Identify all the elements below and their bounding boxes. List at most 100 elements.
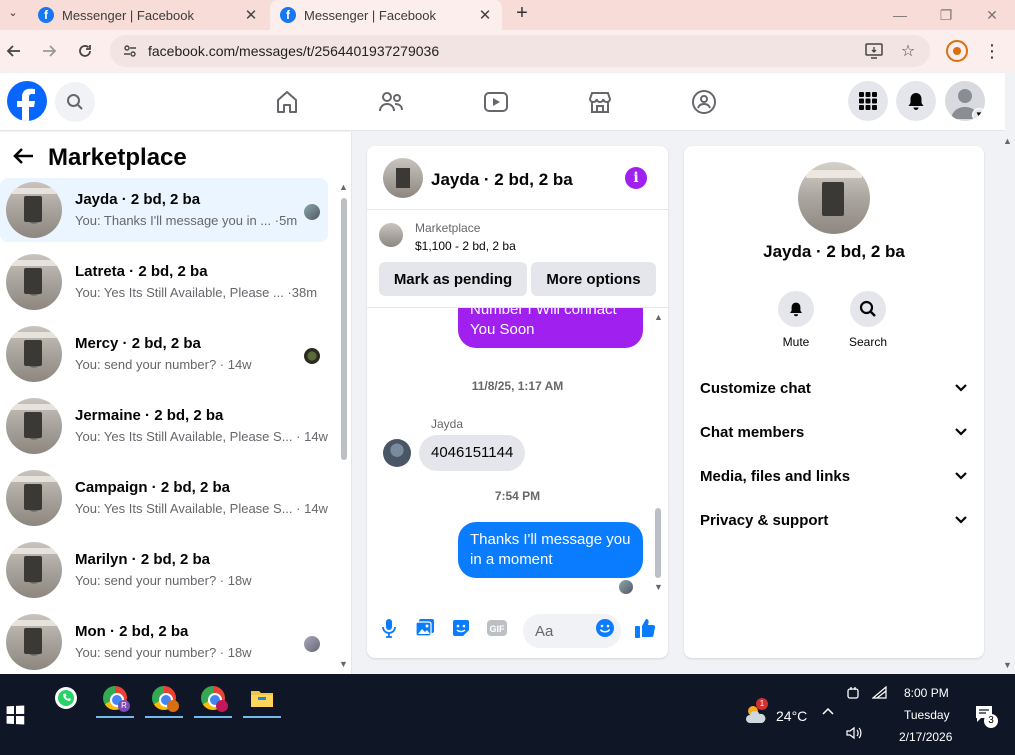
profile-badge-icon [216, 700, 228, 712]
tab-title: Messenger | Facebook [62, 7, 194, 23]
conversation-item-marilyn[interactable]: Marilyn · 2 bd, 2 ba You: send your numb… [0, 538, 328, 602]
reload-icon[interactable] [73, 39, 97, 63]
notifications-bell-icon[interactable] [896, 81, 936, 121]
chrome-taskbar-icon-3[interactable] [194, 682, 232, 718]
clock-date[interactable]: 2/17/2026 [899, 730, 952, 744]
mute-label: Mute [782, 335, 810, 349]
info-icon[interactable]: i [625, 167, 647, 189]
clock-time[interactable]: 8:00 PM [904, 686, 949, 700]
bell-icon[interactable] [778, 291, 814, 327]
profile-avatar[interactable]: ▼ [945, 81, 985, 121]
chrome-taskbar-icon-2[interactable] [145, 682, 183, 718]
mark-as-pending-button[interactable]: Mark as pending [379, 262, 527, 296]
show-hidden-icons-chevron-icon[interactable] [821, 704, 835, 721]
facebook-search-icon[interactable] [55, 82, 95, 122]
more-options-button[interactable]: More options [531, 262, 656, 296]
install-app-icon[interactable] [862, 39, 886, 63]
bookmark-star-icon[interactable]: ☆ [896, 39, 920, 63]
conversation-name: Campaign · 2 bd, 2 ba [75, 479, 231, 496]
marketplace-icon[interactable] [585, 87, 615, 117]
sender-avatar[interactable] [383, 439, 411, 467]
minimize-button[interactable]: — [877, 0, 923, 30]
search-icon[interactable] [850, 291, 886, 327]
search-action[interactable]: Search [838, 291, 898, 349]
chrome-taskbar-icon-1[interactable]: R [96, 682, 134, 718]
page-title: Marketplace [48, 144, 187, 171]
seen-avatar [304, 204, 320, 220]
gif-icon[interactable]: GIF [485, 616, 509, 640]
clock-day[interactable]: Tuesday [904, 708, 950, 722]
friends-icon[interactable] [376, 87, 406, 117]
customize-chat-row[interactable]: Customize chat [700, 370, 968, 406]
browser-tab-2[interactable]: f Messenger | Facebook ✕ [270, 0, 502, 30]
page-scroll-down-icon[interactable]: ▼ [1003, 660, 1012, 670]
profile-badge-icon: R [118, 700, 130, 712]
forward-icon[interactable] [37, 39, 61, 63]
browser-profile-icon[interactable] [946, 40, 968, 62]
media-files-links-row[interactable]: Media, files and links [700, 458, 968, 494]
scrollbar-thumb[interactable] [655, 508, 661, 578]
address-bar[interactable]: facebook.com/messages/t/2564401937279036… [110, 35, 930, 67]
chat-scrollbar[interactable] [654, 312, 662, 590]
scroll-down-arrow-icon[interactable]: ▼ [339, 659, 348, 669]
tab-close-icon[interactable]: ✕ [478, 6, 492, 24]
browser-tab-1[interactable]: f Messenger | Facebook ✕ [28, 0, 268, 30]
privacy-support-row[interactable]: Privacy & support [700, 502, 968, 538]
groups-icon[interactable] [689, 87, 719, 117]
conversation-item-latreta[interactable]: Latreta · 2 bd, 2 ba You: Yes Its Still … [0, 250, 328, 314]
emoji-icon[interactable] [593, 616, 617, 640]
meet-now-icon[interactable] [846, 686, 860, 703]
row-label: Customize chat [700, 379, 811, 397]
seen-avatar [304, 636, 320, 652]
tab-search-chevron-icon[interactable]: ⌄ [4, 6, 22, 24]
chevron-down-icon [955, 428, 967, 436]
windows-start-icon[interactable] [6, 705, 25, 725]
outgoing-message[interactable]: Thanks I'll message you in a moment [458, 522, 643, 578]
tab-close-icon[interactable]: ✕ [244, 6, 258, 24]
wifi-icon[interactable] [871, 685, 888, 703]
whatsapp-taskbar-icon[interactable] [47, 682, 85, 714]
home-icon[interactable] [272, 87, 302, 117]
incoming-message[interactable]: 4046151144 [419, 435, 526, 471]
temperature[interactable]: 24°C [776, 708, 807, 724]
microphone-icon[interactable] [377, 616, 401, 640]
browser-menu-icon[interactable]: ⋮ [982, 40, 1002, 62]
conversation-item-jermaine[interactable]: Jermaine · 2 bd, 2 ba You: Yes Its Still… [0, 394, 328, 458]
conversation-preview: You: Yes Its Still Available, Please S..… [75, 501, 328, 516]
scrollbar-thumb[interactable] [341, 198, 347, 460]
chat-members-row[interactable]: Chat members [700, 414, 968, 450]
conversation-item-jayda[interactable]: Jayda · 2 bd, 2 ba You: Thanks I'll mess… [0, 178, 328, 242]
message-list: Number I Will connact You Soon 11/8/25, … [367, 308, 668, 598]
facebook-logo-icon[interactable] [7, 81, 47, 121]
back-icon[interactable] [2, 39, 26, 63]
thumbs-up-icon[interactable] [633, 616, 657, 640]
menu-grid-icon[interactable] [848, 81, 888, 121]
scroll-down-arrow-icon[interactable]: ▼ [654, 582, 663, 592]
photo-gallery-icon[interactable] [413, 616, 437, 640]
restore-button[interactable]: ❐ [923, 0, 969, 30]
new-tab-button[interactable]: + [512, 2, 532, 25]
conversation-avatar[interactable] [798, 162, 870, 234]
listing-thumbnail [6, 470, 62, 526]
sidebar-scrollbar[interactable] [339, 180, 348, 470]
listing-price[interactable]: $1,100 - 2 bd, 2 ba [415, 239, 516, 253]
outgoing-message[interactable]: Number I Will connact You Soon [458, 308, 643, 348]
close-window-button[interactable]: ✕ [969, 0, 1015, 30]
watch-video-icon[interactable] [481, 87, 511, 117]
conversation-item-campaign[interactable]: Campaign · 2 bd, 2 ba You: Yes Its Still… [0, 466, 328, 530]
weather-icon[interactable]: 1 [744, 698, 768, 726]
volume-icon[interactable] [846, 726, 862, 743]
page-scroll-up-icon[interactable]: ▲ [1003, 136, 1012, 146]
site-info-icon[interactable] [120, 41, 140, 61]
conversation-preview: You: Yes Its Still Available, Please S..… [75, 429, 328, 444]
chat-title[interactable]: Jayda · 2 bd, 2 ba [431, 170, 573, 190]
file-explorer-taskbar-icon[interactable] [243, 682, 281, 718]
conversation-item-mercy[interactable]: Mercy · 2 bd, 2 ba You: send your number… [0, 322, 328, 386]
back-arrow-icon[interactable] [12, 144, 36, 172]
profile-badge-icon [167, 700, 179, 712]
sticker-icon[interactable] [449, 616, 473, 640]
conversation-item-mon[interactable]: Mon · 2 bd, 2 ba You: send your number? … [0, 610, 328, 674]
chat-avatar[interactable] [383, 158, 423, 198]
mute-action[interactable]: Mute [766, 291, 826, 349]
windows-taskbar: R 1 24°C 8:00 PM Tuesday 2/17/2026 3 [0, 674, 1015, 755]
